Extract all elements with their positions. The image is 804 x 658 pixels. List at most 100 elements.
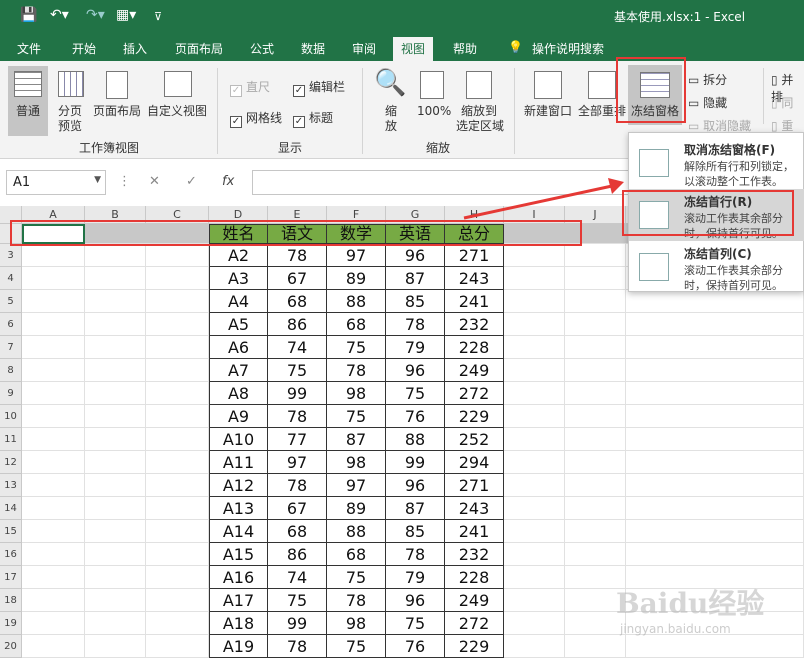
redo-icon[interactable]: ↷▾ [86, 7, 105, 23]
table-cell[interactable]: 76 [386, 405, 445, 428]
table-cell[interactable]: 78 [327, 589, 386, 612]
customize-qat-icon[interactable]: ⊽ [154, 10, 162, 23]
table-cell[interactable]: 78 [268, 244, 327, 267]
table-cell[interactable]: 74 [268, 336, 327, 359]
new-window-icon[interactable] [534, 71, 562, 99]
table-cell[interactable]: A8 [209, 382, 268, 405]
table-cell[interactable]: 99 [268, 612, 327, 635]
row-header[interactable]: 6 [0, 313, 22, 336]
table-cell[interactable]: 232 [445, 543, 504, 566]
zoom-100-icon[interactable] [420, 71, 444, 99]
formula-bar-checkbox[interactable]: ✓ 编辑栏 [293, 78, 345, 97]
table-cell[interactable]: 75 [327, 405, 386, 428]
table-cell[interactable]: 89 [327, 497, 386, 520]
table-cell[interactable]: 97 [327, 244, 386, 267]
custom-views-label[interactable]: 自定义视图 [147, 104, 207, 119]
zoom-magnifier-icon[interactable]: 🔍 [374, 68, 406, 98]
table-cell[interactable]: 88 [327, 520, 386, 543]
tab-data[interactable]: 数据 [301, 40, 325, 57]
headings-checkbox[interactable]: ✓ 标题 [293, 109, 333, 128]
table-cell[interactable]: 243 [445, 497, 504, 520]
table-cell[interactable]: A19 [209, 635, 268, 658]
table-cell[interactable]: A14 [209, 520, 268, 543]
table-cell[interactable]: 228 [445, 566, 504, 589]
row-header[interactable]: 8 [0, 359, 22, 382]
table-cell[interactable]: A7 [209, 359, 268, 382]
table-cell[interactable]: 98 [327, 612, 386, 635]
menu-item-freeze-first-column[interactable]: 冻结首列(C) 滚动工作表其余部分 时，保持首列可见。 [629, 241, 804, 293]
table-cell[interactable]: 98 [327, 382, 386, 405]
table-icon[interactable]: ▦▾ [116, 7, 136, 23]
tab-page-layout[interactable]: 页面布局 [175, 40, 223, 57]
table-cell[interactable]: A15 [209, 543, 268, 566]
table-cell[interactable]: 97 [327, 474, 386, 497]
row-header[interactable]: 12 [0, 451, 22, 474]
table-cell[interactable]: 78 [327, 359, 386, 382]
tell-me-search[interactable]: 操作说明搜索 [532, 40, 604, 57]
zoom-label-2[interactable]: 放 [385, 119, 397, 134]
table-cell[interactable]: 86 [268, 543, 327, 566]
table-cell[interactable]: 99 [386, 451, 445, 474]
table-cell[interactable]: 87 [386, 267, 445, 290]
table-cell[interactable]: 79 [386, 566, 445, 589]
tab-formulas[interactable]: 公式 [250, 40, 274, 57]
row-header[interactable]: 13 [0, 474, 22, 497]
name-box[interactable]: A1 ▼ [6, 170, 106, 195]
table-cell[interactable]: 79 [386, 336, 445, 359]
table-cell[interactable]: 75 [386, 612, 445, 635]
row-header[interactable]: 14 [0, 497, 22, 520]
zoom-selection-label-1[interactable]: 缩放到 [461, 104, 497, 119]
arrange-all-icon[interactable] [588, 71, 616, 99]
table-cell[interactable]: 78 [386, 543, 445, 566]
table-cell[interactable]: A17 [209, 589, 268, 612]
table-cell[interactable]: 249 [445, 589, 504, 612]
zoom-selection-icon[interactable] [466, 71, 492, 99]
row-header[interactable]: 11 [0, 428, 22, 451]
table-cell[interactable]: 85 [386, 520, 445, 543]
zoom-selection-label-2[interactable]: 选定区域 [456, 119, 504, 134]
fx-icon[interactable]: fx [222, 174, 234, 189]
table-cell[interactable]: 74 [268, 566, 327, 589]
table-cell[interactable]: 229 [445, 405, 504, 428]
row-header[interactable]: 5 [0, 290, 22, 313]
save-icon[interactable]: 💾 [20, 7, 37, 23]
tab-review[interactable]: 审阅 [352, 40, 376, 57]
table-cell[interactable]: 88 [386, 428, 445, 451]
page-break-preview-icon[interactable] [58, 71, 84, 97]
tab-file[interactable]: 文件 [17, 40, 41, 57]
table-cell[interactable]: 87 [327, 428, 386, 451]
row-header[interactable]: 7 [0, 336, 22, 359]
table-cell[interactable]: 96 [386, 244, 445, 267]
hide-button[interactable]: ▭ 隐藏 [688, 94, 727, 111]
table-cell[interactable]: 67 [268, 267, 327, 290]
table-cell[interactable]: A12 [209, 474, 268, 497]
chevron-down-icon[interactable]: ▼ [94, 175, 101, 185]
table-cell[interactable]: 78 [268, 474, 327, 497]
enter-icon[interactable]: ✓ [186, 174, 197, 189]
menu-item-unfreeze[interactable]: 取消冻结窗格(F) 解除所有行和列锁定， 以滚动整个工作表。 [629, 137, 804, 189]
table-cell[interactable]: 87 [386, 497, 445, 520]
page-layout-icon[interactable] [106, 71, 128, 99]
row-header[interactable]: 15 [0, 520, 22, 543]
table-cell[interactable]: 229 [445, 635, 504, 658]
table-cell[interactable]: 78 [268, 635, 327, 658]
row-header[interactable]: 10 [0, 405, 22, 428]
page-layout-label[interactable]: 页面布局 [93, 104, 141, 119]
table-cell[interactable]: A10 [209, 428, 268, 451]
row-header[interactable]: 9 [0, 382, 22, 405]
row-header[interactable]: 19 [0, 612, 22, 635]
table-cell[interactable]: 241 [445, 290, 504, 313]
table-cell[interactable]: 75 [327, 566, 386, 589]
table-cell[interactable]: 75 [327, 336, 386, 359]
tab-help[interactable]: 帮助 [453, 40, 477, 57]
table-cell[interactable]: 86 [268, 313, 327, 336]
table-cell[interactable]: A16 [209, 566, 268, 589]
tab-insert[interactable]: 插入 [123, 40, 147, 57]
table-cell[interactable]: 232 [445, 313, 504, 336]
table-cell[interactable]: A2 [209, 244, 268, 267]
table-cell[interactable]: 77 [268, 428, 327, 451]
table-cell[interactable]: A4 [209, 290, 268, 313]
table-cell[interactable]: 78 [268, 405, 327, 428]
table-cell[interactable]: A13 [209, 497, 268, 520]
table-cell[interactable]: 98 [327, 451, 386, 474]
